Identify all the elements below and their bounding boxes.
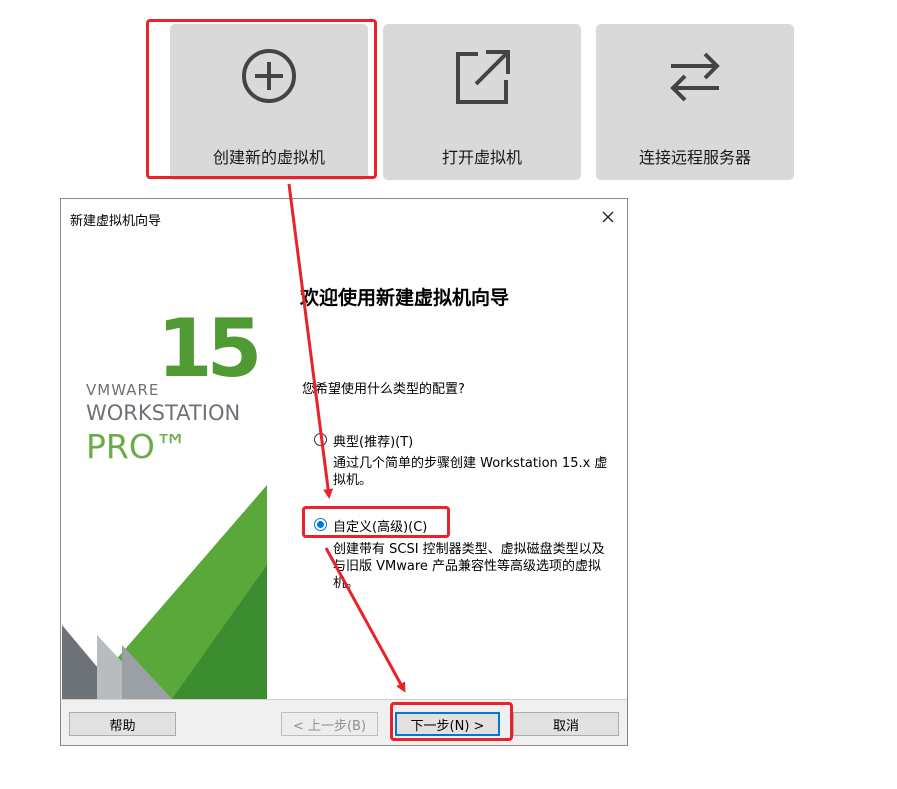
wizard-content: 欢迎使用新建虚拟机向导 您希望使用什么类型的配置? 典型(推荐)(T) 通过几个… [267,235,627,699]
highlight-create-vm [146,19,377,179]
cancel-button[interactable]: 取消 [513,712,619,736]
brand-product: WORKSTATION [86,401,241,425]
highlight-next-button [390,702,513,741]
custom-description: 创建带有 SCSI 控制器类型、虚拟磁盘类型以及与旧版 VMware 产品兼容性… [333,542,605,591]
brand-edition: PRO™ [86,427,188,466]
external-link-icon [383,46,581,106]
close-icon[interactable] [601,209,615,223]
typical-radio[interactable] [314,433,327,446]
brand-vmware: VMWARE [86,381,160,399]
swap-arrows-icon [596,46,794,106]
connect-remote-label: 连接远程服务器 [638,148,751,167]
product-banner: 15 VMWARE WORKSTATION PRO™ [62,235,267,699]
help-button[interactable]: 帮助 [69,712,176,736]
config-question: 您希望使用什么类型的配置? [302,382,465,397]
typical-label[interactable]: 典型(推荐)(T) [333,431,413,450]
typical-description: 通过几个简单的步骤创建 Workstation 15.x 虚拟机。 [333,456,608,488]
dialog-titlebar: 新建虚拟机向导 [61,199,627,235]
dialog-title: 新建虚拟机向导 [70,214,162,229]
highlight-custom-option [302,506,450,538]
wizard-heading: 欢迎使用新建虚拟机向导 [300,287,510,309]
brand-version: 15 [157,302,262,395]
open-vm-label: 打开虚拟机 [441,148,522,167]
back-button[interactable]: < 上一步(B) [281,712,378,736]
dialog-footer: 帮助 < 上一步(B) 下一步(N) > 取消 [61,699,627,745]
open-vm-tile[interactable]: 打开虚拟机 [383,24,581,180]
new-vm-wizard-dialog: 新建虚拟机向导 15 VMWARE WORKSTATION PRO™ 欢迎使用新… [60,198,628,746]
connect-remote-tile[interactable]: 连接远程服务器 [596,24,794,180]
